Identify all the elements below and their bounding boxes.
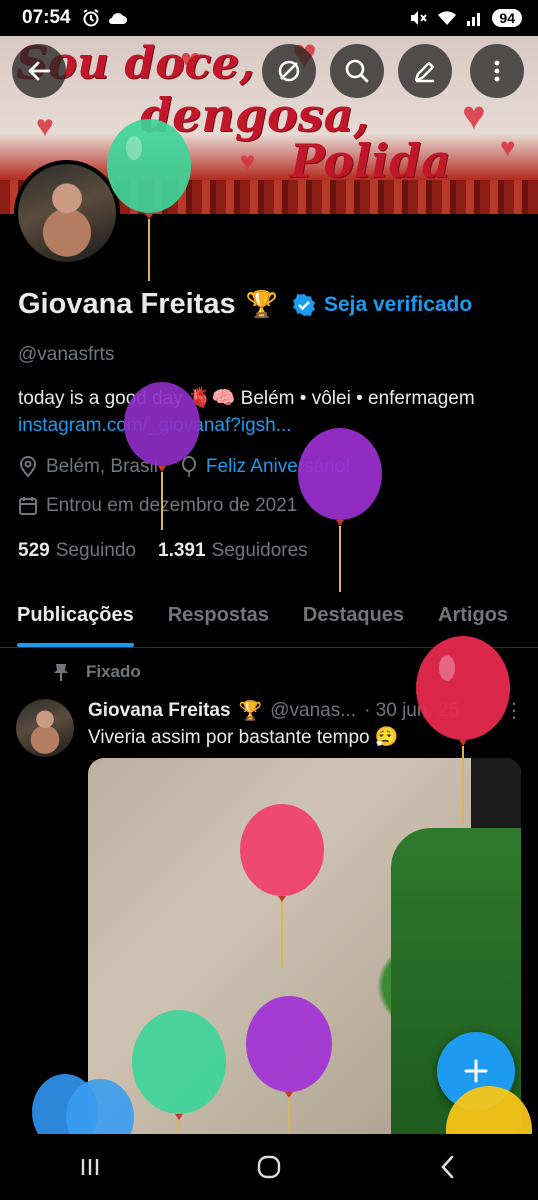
- more-vert-icon: [494, 60, 500, 82]
- balloon-decoration: [446, 1086, 532, 1134]
- grok-button[interactable]: [262, 44, 316, 98]
- status-bar: 07:54 94: [0, 0, 538, 36]
- balloon-decoration: [416, 636, 510, 824]
- balloon-decoration: [246, 996, 332, 1134]
- heart-decoration: ♥: [462, 94, 486, 138]
- pin-icon: [54, 664, 68, 681]
- post-avatar[interactable]: [16, 699, 74, 757]
- heart-decoration: ♥: [500, 132, 516, 162]
- mute-icon: [411, 11, 428, 25]
- balloon-decoration: [124, 382, 200, 530]
- heart-decoration: ♥: [240, 146, 256, 176]
- balloon-decoration: [132, 1010, 226, 1134]
- pinned-label: Fixado: [86, 662, 141, 681]
- pinned-indicator: Fixado: [52, 662, 141, 682]
- back-arrow-icon: [28, 61, 51, 81]
- following-label: Seguindo: [55, 540, 136, 561]
- more-options-button[interactable]: [470, 44, 524, 98]
- trophy-emoji: 🏆: [245, 289, 278, 319]
- edit-button[interactable]: [398, 44, 452, 98]
- tab-posts[interactable]: Publicações: [0, 592, 151, 647]
- status-time: 07:54: [22, 7, 71, 28]
- signal-icon: [467, 13, 481, 26]
- calendar-icon: [19, 497, 37, 515]
- plus-icon: [464, 1059, 488, 1083]
- balloon-decoration: [107, 119, 191, 281]
- tab-replies[interactable]: Respostas: [151, 592, 286, 647]
- heart-decoration: ♥: [36, 110, 54, 143]
- post-trophy-emoji: 🏆: [238, 700, 263, 722]
- followers-count: 1.391: [158, 540, 206, 561]
- no-link-icon: [278, 60, 300, 82]
- balloon-decoration: [298, 428, 382, 592]
- edit-icon: [414, 61, 435, 83]
- battery-indicator: 94: [492, 9, 522, 27]
- post-author-handle: @vanas...: [270, 699, 357, 721]
- search-icon: [345, 59, 369, 83]
- search-button[interactable]: [330, 44, 384, 98]
- location-icon: [19, 456, 37, 478]
- post-author-name[interactable]: Giovana Freitas: [88, 700, 231, 722]
- home-icon[interactable]: [254, 1152, 284, 1182]
- get-verified-label: Seja verificado: [323, 292, 473, 316]
- system-nav-bar: [0, 1134, 538, 1200]
- get-verified-button[interactable]: Seja verificado: [292, 293, 472, 317]
- post-text: Viveria assim por bastante tempo 😮‍💨: [88, 727, 399, 748]
- profile-name: Giovana Freitas: [18, 288, 236, 320]
- profile-name-row: Giovana Freitas 🏆 Seja verificado: [18, 288, 472, 321]
- follow-stats: 529 Seguindo 1.391 Seguidores: [18, 540, 308, 562]
- profile-bio: today is a good day 🫀🧠 Belém • vôlei • e…: [18, 388, 475, 409]
- back-button[interactable]: [12, 44, 66, 98]
- following-count: 529: [18, 540, 50, 561]
- balloon-decoration: [32, 1074, 134, 1134]
- profile-handle: @vanasfrts: [18, 344, 115, 365]
- alarm-icon: [83, 9, 99, 27]
- balloon-decoration: [240, 804, 324, 968]
- tab-highlights[interactable]: Destaques: [286, 592, 421, 647]
- weather-icon: [108, 13, 127, 24]
- recent-apps-icon[interactable]: [75, 1152, 105, 1182]
- following-stat[interactable]: 529 Seguindo: [18, 540, 136, 562]
- back-nav-icon[interactable]: [433, 1152, 463, 1182]
- verified-badge-icon: [292, 293, 315, 316]
- wifi-icon: [438, 11, 457, 25]
- followers-stat[interactable]: 1.391 Seguidores: [158, 540, 308, 562]
- followers-label: Seguidores: [211, 540, 308, 561]
